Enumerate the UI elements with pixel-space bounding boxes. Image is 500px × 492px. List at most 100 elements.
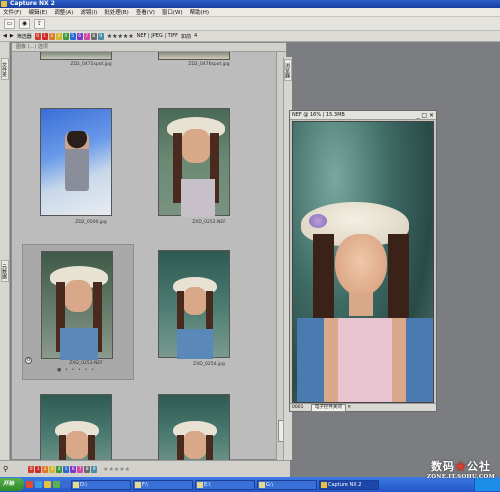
window-buttons: _ □ ✕ <box>416 111 434 120</box>
label-badge-9[interactable]: 9 <box>97 32 104 40</box>
label-badges: 0123456789 <box>34 32 104 40</box>
thumbnail-filename: ZD2_0475spot.jpg <box>70 62 112 67</box>
browser-icon[interactable]: ▭ <box>4 18 15 29</box>
label-badge-5[interactable]: 5 <box>69 32 76 40</box>
quick-launch-icon[interactable] <box>44 481 51 488</box>
folder-icon <box>259 481 265 488</box>
thumbnail-cell[interactable] <box>154 394 264 460</box>
zoom-icon[interactable]: ⚲ <box>3 465 8 473</box>
label-badge-5[interactable]: 5 <box>63 465 70 473</box>
viewer-titlebar: NEF @ 16% | 15.3MB _ □ ✕ <box>290 111 436 120</box>
menu-view[interactable]: 查看(V) <box>136 8 155 16</box>
label-badge-1[interactable]: 1 <box>35 465 42 473</box>
thumbnail-rating[interactable]: ● • • • • • <box>57 367 95 373</box>
label-badge-6[interactable]: 6 <box>70 465 77 473</box>
label-badge-4[interactable]: 4 <box>56 465 63 473</box>
thumbnail-filename: ZD2_0500.jpg <box>75 220 107 225</box>
photo-thumbnail[interactable] <box>40 108 112 216</box>
quick-launch-icon[interactable] <box>35 481 42 488</box>
menu-adjust[interactable]: 调整(A) <box>54 8 73 16</box>
upload-icon[interactable]: ⇪ <box>34 18 45 29</box>
photo-thumbnail[interactable] <box>158 52 230 60</box>
quick-launch-icon[interactable] <box>62 481 69 488</box>
viewer-footer-tab[interactable]: 电子控件关闭 <box>310 404 346 412</box>
photo-thumbnail[interactable] <box>40 52 112 60</box>
label-badge-0[interactable]: 0 <box>28 465 35 473</box>
label-badge-7[interactable]: 7 <box>83 32 90 40</box>
sort-selector[interactable]: 如前 <box>181 33 191 40</box>
thumbnail-filename: ZD2_0476spot.jpg <box>188 62 230 67</box>
tab-browser[interactable]: 浏览器 <box>284 59 292 81</box>
thumbnail-cell[interactable]: ZXD_0252.NEF <box>154 108 264 236</box>
close-tab-icon[interactable]: ✕ <box>347 405 351 410</box>
thumbnail-filename: ZXD_0252.NEF <box>192 220 226 225</box>
task-drive-e[interactable]: E:\ <box>195 479 255 490</box>
folder-icon <box>197 481 203 488</box>
quick-launch-icon[interactable] <box>53 481 60 488</box>
thumbnail-cell-selected[interactable]: ZXD_0253.NEF ● • • • • • 0 <box>22 244 134 380</box>
view-count[interactable]: 4 <box>194 33 197 39</box>
photo-thumbnail[interactable] <box>158 250 230 359</box>
browser-label-strip: ⚲ 0123456789 ★★★★★ <box>0 460 290 477</box>
menu-batch[interactable]: 批处理(B) <box>104 8 129 16</box>
forward-arrow-icon[interactable]: ▶ <box>10 33 14 39</box>
task-drive-d[interactable]: D:\ <box>71 479 131 490</box>
task-drive-f[interactable]: F:\ <box>133 479 193 490</box>
filter-label: 筛选器 <box>16 33 32 40</box>
watermark-logo: 数码★公社 ZONE.IT.SOHU.COM <box>426 460 496 480</box>
thumbnail-filename: ZXD_0254.jpg <box>193 362 225 367</box>
label-badge-4[interactable]: 4 <box>62 32 69 40</box>
app-title: Capture NX 2 <box>10 0 55 7</box>
photo-thumbnail[interactable] <box>158 108 230 217</box>
label-badge-2[interactable]: 2 <box>42 465 49 473</box>
menu-window[interactable]: 窗口(W) <box>162 8 183 16</box>
task-drive-g[interactable]: G:\ <box>257 479 317 490</box>
label-badge-6[interactable]: 6 <box>76 32 83 40</box>
photo-thumbnail[interactable] <box>158 394 230 460</box>
rating-stars[interactable]: ★★★★★ <box>103 466 130 473</box>
tab-metadata[interactable]: 元数据 <box>1 260 9 282</box>
filter-bar: ◀ ▶ 筛选器 0123456789 ★★★★★ NEF | JPEG | TI… <box>0 31 500 42</box>
task-capture-nx[interactable]: Capture NX 2 <box>319 479 379 490</box>
app-icon <box>1 1 7 7</box>
viewer-photo[interactable] <box>292 121 434 403</box>
left-dock: 文件夹 元数据 <box>0 42 10 460</box>
camera-icon[interactable]: ◉ <box>19 18 30 29</box>
tab-folders[interactable]: 文件夹 <box>1 58 9 80</box>
menu-filter[interactable]: 滤镜(I) <box>80 8 97 16</box>
viewer-title: NEF @ 16% | 15.3MB <box>292 112 345 118</box>
thumbnail-cell[interactable]: ZXD_0254.jpg <box>154 250 264 378</box>
thumbnail-cell[interactable]: ZD2_0500.jpg <box>36 108 146 236</box>
minimize-icon[interactable]: _ <box>416 112 419 119</box>
label-badge-8[interactable]: 8 <box>84 465 91 473</box>
folder-icon <box>73 481 79 488</box>
label-badge-7[interactable]: 7 <box>77 465 84 473</box>
format-filter[interactable]: NEF | JPEG | TIFF <box>137 33 178 39</box>
close-icon[interactable]: ✕ <box>429 112 434 119</box>
label-badge-1[interactable]: 1 <box>41 32 48 40</box>
photo-thumbnail[interactable] <box>40 394 112 460</box>
maximize-icon[interactable]: □ <box>421 112 427 119</box>
menu-edit[interactable]: 编辑(E) <box>28 8 47 16</box>
label-badge-3[interactable]: 3 <box>49 465 56 473</box>
label-badge-9[interactable]: 9 <box>91 465 98 473</box>
thumbnail-cell[interactable]: ZD2_0475spot.jpg <box>36 52 146 74</box>
label-badge-0[interactable]: 0 <box>34 32 41 40</box>
thumbnail-filename: ZXD_0253.NEF <box>69 361 103 366</box>
label-badge-3[interactable]: 3 <box>55 32 62 40</box>
label-badge: 0 <box>25 357 32 364</box>
back-arrow-icon[interactable]: ◀ <box>3 33 7 39</box>
menu-help[interactable]: 帮助(H) <box>190 8 209 16</box>
label-badge-2[interactable]: 2 <box>48 32 55 40</box>
rating-filter-stars[interactable]: ★★★★★ <box>107 33 134 40</box>
thumbnail-cell[interactable] <box>36 394 146 460</box>
menu-file[interactable]: 文件(F) <box>3 8 21 16</box>
label-badge-8[interactable]: 8 <box>90 32 97 40</box>
viewer-footer-left: 0001 <box>292 405 304 410</box>
photo-thumbnail[interactable] <box>41 251 113 360</box>
image-browser-panel: 图像 (...) 选项 ZD2_0475spot.jpg ZD2_0476spo… <box>11 42 287 460</box>
thumbnail-cell[interactable]: ZD2_0476spot.jpg <box>154 52 264 74</box>
start-button[interactable]: 开始 <box>0 478 24 491</box>
quick-launch-icon[interactable] <box>26 481 33 488</box>
main-toolbar: ▭ ◉ ⇪ <box>0 17 500 31</box>
